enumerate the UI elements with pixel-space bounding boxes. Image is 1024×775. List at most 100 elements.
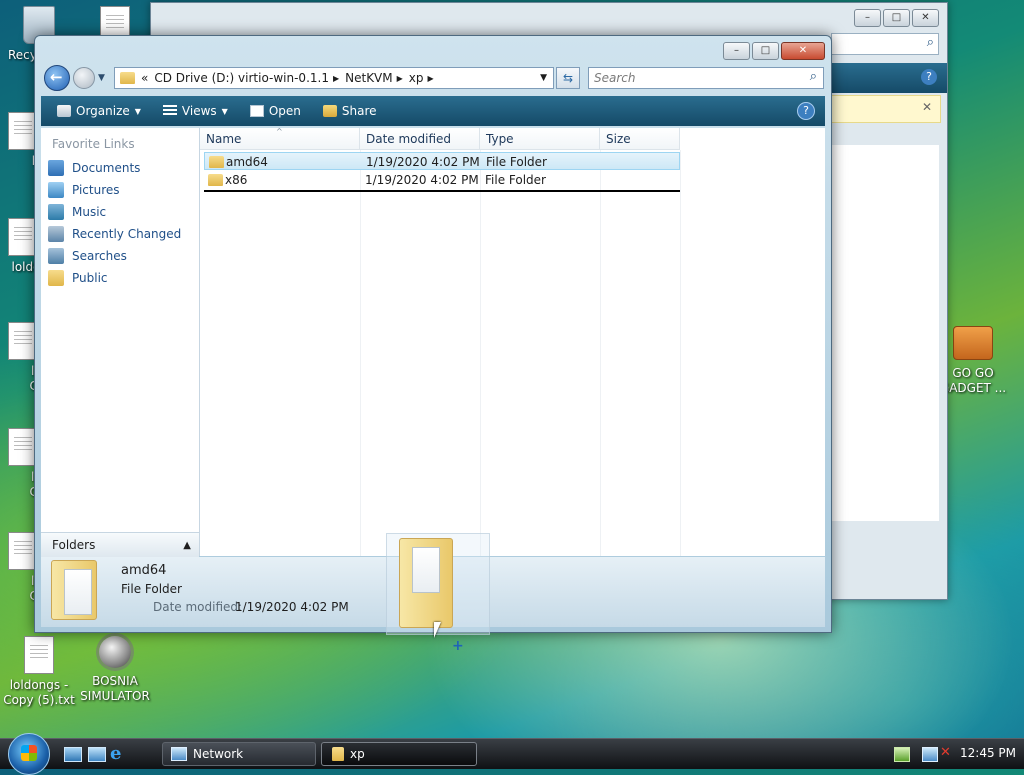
chevron-right-icon[interactable]: ▶ (333, 74, 339, 83)
help-icon[interactable]: ? (921, 69, 937, 85)
breadcrumb-overflow[interactable]: « (141, 71, 148, 85)
back-button[interactable]: ← (44, 65, 70, 91)
share-icon (322, 105, 337, 117)
recent-pages-dropdown[interactable]: ▼ (98, 73, 105, 83)
nav-item-searches[interactable]: Searches (41, 245, 199, 267)
close-button[interactable]: ✕ (912, 9, 939, 27)
taskbar-item-label: Network (193, 747, 244, 761)
search-placeholder: Search (594, 71, 636, 85)
close-icon[interactable]: ✕ (922, 100, 932, 114)
maximize-button[interactable]: □ (883, 9, 910, 27)
file-row-x86[interactable]: x86 1/19/2020 4:02 PM File Folder (204, 171, 680, 189)
desktop-icon-label: loldongs - Copy (5).txt (3, 678, 75, 707)
nav-item-label: Pictures (72, 183, 120, 197)
nav-item-pictures[interactable]: Pictures (41, 179, 199, 201)
folder-icon (209, 156, 224, 168)
organize-icon (57, 105, 71, 117)
desktop-icon-label: BOSNIA SIMULATOR (80, 674, 150, 703)
organize-button[interactable]: Organize ▼ (51, 99, 147, 123)
folders-toggle[interactable]: Folders ▲ (41, 532, 199, 557)
desktop-icon-loldongs-txt[interactable]: loldongs - Copy (5).txt (0, 636, 82, 708)
nav-item-public[interactable]: Public (41, 267, 199, 289)
refresh-button[interactable]: ⇆ (556, 67, 580, 89)
share-button[interactable]: Share (317, 99, 383, 123)
column-header-label: Type (486, 132, 514, 146)
switch-windows-icon[interactable] (88, 747, 106, 762)
help-icon[interactable]: ? (797, 102, 815, 120)
taskbar-item-label: xp (350, 747, 365, 761)
file-type: File Folder (485, 173, 546, 187)
views-button[interactable]: Views ▼ (157, 99, 234, 123)
clock[interactable]: 12:45 PM (960, 746, 1016, 760)
column-header-name[interactable]: Name ^ (200, 127, 360, 150)
breadcrumb-cd-drive[interactable]: CD Drive (D:) virtio-win-0.1.1 (154, 71, 329, 85)
column-header-size[interactable]: Size (600, 128, 680, 150)
navigation-pane: Favorite Links Documents Pictures Music … (41, 128, 200, 556)
taskbar-item-xp[interactable]: xp (321, 742, 477, 766)
back-search-field[interactable]: ⌕ (831, 33, 939, 55)
file-name: amd64 (226, 155, 268, 169)
open-label: Open (268, 104, 301, 118)
desktop-icon-bosnia-simulator[interactable]: BOSNIA SIMULATOR (72, 636, 158, 704)
column-header-label: Date modified (366, 132, 452, 146)
internet-explorer-icon[interactable]: e (110, 743, 121, 764)
folder-icon (120, 72, 135, 84)
details-date-value: 1/19/2020 4:02 PM (235, 600, 349, 614)
column-divider (360, 150, 361, 556)
public-folder-icon (48, 270, 64, 286)
start-button[interactable] (8, 733, 50, 775)
taskbar-item-network[interactable]: Network (162, 742, 316, 766)
searches-icon (48, 248, 64, 264)
details-date-label: Date modified: (153, 600, 243, 614)
chevron-down-icon: ▼ (221, 106, 228, 116)
chevron-right-icon[interactable]: ▶ (428, 74, 434, 83)
spiked-ball-icon (99, 636, 131, 668)
file-type: File Folder (486, 155, 547, 169)
chevron-right-icon[interactable]: ▶ (397, 74, 403, 83)
file-list[interactable]: Name ^ Date modified Type Size amd64 1/1… (200, 127, 825, 556)
address-dropdown[interactable]: ▼ (540, 73, 547, 83)
folder-icon (332, 747, 344, 761)
column-divider (480, 150, 481, 556)
nav-item-recently-changed[interactable]: Recently Changed (41, 223, 199, 245)
forward-button[interactable] (73, 67, 95, 89)
file-name: x86 (225, 173, 248, 187)
music-icon (48, 204, 64, 220)
maximize-button[interactable]: □ (752, 42, 779, 60)
address-bar[interactable]: « CD Drive (D:) virtio-win-0.1.1 ▶ NetKV… (114, 67, 554, 89)
search-input[interactable]: Search ⌕ (588, 67, 824, 89)
drag-ghost (386, 533, 490, 635)
briefcase-icon (953, 326, 993, 360)
pictures-icon (48, 182, 64, 198)
open-icon (249, 105, 264, 117)
system-tray: ✕ 12:45 PM (890, 739, 1024, 769)
nav-item-documents[interactable]: Documents (41, 157, 199, 179)
network-tray-icon[interactable] (894, 747, 910, 762)
column-header-type[interactable]: Type (480, 128, 600, 150)
close-button[interactable]: ✕ (781, 42, 825, 60)
taskbar: e Network xp ✕ 12:45 PM (0, 733, 1024, 775)
network-connection-icon[interactable] (922, 747, 938, 762)
folder-thumbnail-icon (51, 560, 97, 620)
copy-plus-icon: + (452, 638, 464, 654)
minimize-button[interactable]: – (723, 42, 750, 60)
breadcrumb-xp[interactable]: xp (409, 71, 424, 85)
mouse-cursor-icon (434, 622, 441, 638)
back-window-controls: – □ ✕ (854, 9, 939, 27)
column-header-date-modified[interactable]: Date modified (360, 128, 480, 150)
breadcrumb-netkvm[interactable]: NetKVM (345, 71, 393, 85)
search-icon[interactable]: ⌕ (810, 69, 817, 84)
views-label: Views (181, 104, 217, 118)
back-content (831, 145, 939, 521)
volume-muted-icon[interactable]: ✕ (940, 745, 951, 760)
show-desktop-icon[interactable] (64, 747, 82, 762)
back-toolbar: ? (831, 63, 947, 93)
file-row-amd64[interactable]: amd64 1/19/2020 4:02 PM File Folder (204, 152, 680, 170)
views-icon (162, 105, 177, 117)
details-name: amd64 (121, 563, 167, 578)
open-button[interactable]: Open (244, 99, 307, 123)
nav-item-music[interactable]: Music (41, 201, 199, 223)
text-file-icon (24, 636, 54, 674)
minimize-button[interactable]: – (854, 9, 881, 27)
search-icon: ⌕ (926, 35, 934, 50)
